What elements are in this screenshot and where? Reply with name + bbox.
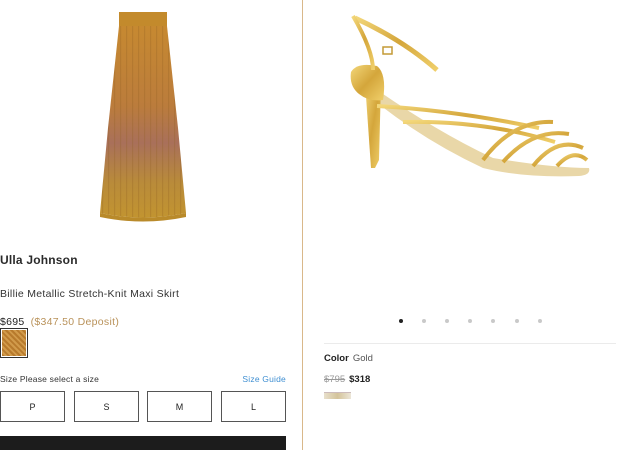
- carousel-dot[interactable]: [515, 319, 519, 323]
- size-label: Size: [0, 374, 18, 384]
- carousel-dot[interactable]: [491, 319, 495, 323]
- size-guide-link[interactable]: Size Guide: [242, 374, 286, 384]
- color-value: Gold: [352, 353, 373, 364]
- price-row: $695 ($347.50 Deposit): [0, 316, 119, 328]
- size-prompt: Please select a size: [19, 374, 100, 384]
- carousel-dot[interactable]: [445, 319, 449, 323]
- gold-strappy-sandal-image[interactable]: [343, 10, 593, 195]
- color-row: Color Gold: [324, 353, 373, 364]
- color-swatch-selected[interactable]: [0, 328, 28, 358]
- carousel-dot[interactable]: [422, 319, 426, 323]
- sale-price-row: $795 $318: [324, 374, 370, 385]
- right-product-panel: Color Gold $795 $318: [303, 0, 640, 450]
- carousel-dot[interactable]: [468, 319, 472, 323]
- add-to-bag-button[interactable]: [0, 436, 286, 450]
- product-price: $695: [0, 316, 25, 328]
- maxi-skirt-image[interactable]: [96, 8, 190, 226]
- color-swatch-gold[interactable]: [324, 392, 351, 399]
- product-name: Billie Metallic Stretch-Knit Maxi Skirt: [0, 288, 180, 300]
- left-product-panel: Ulla Johnson Billie Metallic Stretch-Kni…: [0, 0, 302, 450]
- carousel-dot[interactable]: [538, 319, 542, 323]
- color-label: Color: [324, 353, 349, 364]
- swatch-fill: [2, 330, 26, 356]
- size-button-p[interactable]: P: [0, 391, 65, 422]
- brand-name: Ulla Johnson: [0, 253, 78, 267]
- size-button-s[interactable]: S: [74, 391, 139, 422]
- original-price: $795: [324, 374, 346, 385]
- size-row: Size Please select a size Size Guide: [0, 374, 286, 384]
- sale-price: $318: [349, 374, 371, 385]
- divider-line: [324, 343, 616, 344]
- deposit-amount: ($347.50 Deposit): [30, 316, 120, 328]
- size-button-m[interactable]: M: [147, 391, 212, 422]
- size-button-l[interactable]: L: [221, 391, 286, 422]
- carousel-dot[interactable]: [399, 319, 403, 323]
